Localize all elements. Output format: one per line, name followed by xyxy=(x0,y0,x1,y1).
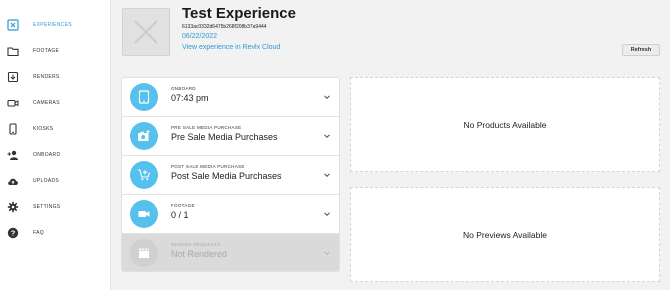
step-caption: PRE SALE MEDIA PURCHASE xyxy=(171,125,242,130)
step-caption: RENDER REQUESTS xyxy=(171,242,221,247)
chevron-down-icon xyxy=(323,249,331,257)
experience-date: 06/22/2022 xyxy=(182,33,218,40)
renders-icon xyxy=(7,71,19,83)
experience-id: 6133ac0332d6475b268f208b37a9444 xyxy=(182,24,267,30)
sidebar-item-footage[interactable]: FOOTAGE xyxy=(0,40,111,62)
previews-empty-message: No Previews Available xyxy=(463,229,547,240)
video-camera-icon xyxy=(138,211,150,217)
products-panel: No Products Available xyxy=(350,77,660,172)
add-cart-icon xyxy=(138,169,151,181)
refresh-button[interactable]: Refresh xyxy=(622,44,660,56)
svg-text:?: ? xyxy=(11,229,16,238)
step-caption: FOOTAGE xyxy=(171,203,195,208)
add-photo-icon xyxy=(138,130,150,141)
step-caption: POST SALE MEDIA PURCHASE xyxy=(171,164,245,169)
step-onboard[interactable]: ONBOARD 07:43 pm xyxy=(122,78,339,117)
previews-panel: No Previews Available xyxy=(350,187,660,282)
sidebar-item-renders[interactable]: RENDERS xyxy=(0,66,111,88)
tablet-icon xyxy=(138,90,150,104)
step-post-sale-media-purchase[interactable]: POST SALE MEDIA PURCHASE Post Sale Media… xyxy=(122,156,339,195)
sidebar-item-label: FOOTAGE xyxy=(33,48,60,54)
sidebar-item-label: KIOSKS xyxy=(33,126,54,132)
sidebar-item-label: ONBOARD xyxy=(33,152,61,158)
view-in-cloud-link[interactable]: View experience in Revlx Cloud xyxy=(182,44,280,51)
step-render-requests: RENDER REQUESTS Not Rendered xyxy=(122,234,339,271)
sidebar-item-experiences[interactable]: EXPERIENCES xyxy=(0,14,111,36)
sidebar-item-uploads[interactable]: UPLOADS xyxy=(0,170,111,192)
step-icon-circle xyxy=(130,83,158,111)
sidebar-item-label: CAMERAS xyxy=(33,100,60,106)
step-caption: ONBOARD xyxy=(171,86,196,91)
step-value: Pre Sale Media Purchases xyxy=(171,132,278,142)
add-person-icon xyxy=(7,149,19,161)
kiosk-icon xyxy=(7,123,19,135)
sidebar-item-faq[interactable]: ? FAQ xyxy=(0,222,111,244)
sidebar-item-label: SETTINGS xyxy=(33,204,61,210)
sidebar-item-label: RENDERS xyxy=(33,74,60,80)
step-icon-circle xyxy=(130,122,158,150)
sidebar-item-onboard[interactable]: ONBOARD xyxy=(0,144,111,166)
step-icon-circle xyxy=(130,161,158,189)
step-icon-circle xyxy=(130,239,158,267)
sidebar-item-label: FAQ xyxy=(33,230,44,236)
step-icon-circle xyxy=(130,200,158,228)
sidebar-item-kiosks[interactable]: KIOSKS xyxy=(0,118,111,140)
chevron-down-icon[interactable] xyxy=(323,93,331,101)
step-value: Post Sale Media Purchases xyxy=(171,171,282,181)
sidebar-item-label: EXPERIENCES xyxy=(33,22,72,28)
clapperboard-icon xyxy=(139,248,149,258)
folder-icon xyxy=(7,45,19,57)
cloud-upload-icon xyxy=(7,175,19,187)
step-value: 0 / 1 xyxy=(171,210,189,220)
experiences-icon xyxy=(7,19,19,31)
page-title: Test Experience xyxy=(182,5,296,22)
step-value: Not Rendered xyxy=(171,249,228,259)
step-value: 07:43 pm xyxy=(171,93,209,103)
experience-steps-list: ONBOARD 07:43 pm PRE SALE MEDIA PURCHASE… xyxy=(121,77,340,272)
chevron-down-icon[interactable] xyxy=(323,210,331,218)
step-footage[interactable]: FOOTAGE 0 / 1 xyxy=(122,195,339,234)
chevron-down-icon[interactable] xyxy=(323,171,331,179)
chevron-down-icon[interactable] xyxy=(323,132,331,140)
close-icon xyxy=(134,20,158,44)
help-icon: ? xyxy=(7,227,19,239)
sidebar-item-label: UPLOADS xyxy=(33,178,59,184)
sidebar-item-settings[interactable]: SETTINGS xyxy=(0,196,111,218)
products-empty-message: No Products Available xyxy=(463,119,547,130)
sidebar: EXPERIENCES FOOTAGE RENDERS CAMERAS KIOS… xyxy=(0,0,111,290)
step-pre-sale-media-purchase[interactable]: PRE SALE MEDIA PURCHASE Pre Sale Media P… xyxy=(122,117,339,156)
sidebar-item-cameras[interactable]: CAMERAS xyxy=(0,92,111,114)
gear-icon xyxy=(7,201,19,213)
experience-thumbnail xyxy=(122,8,170,56)
camera-icon xyxy=(7,97,19,109)
